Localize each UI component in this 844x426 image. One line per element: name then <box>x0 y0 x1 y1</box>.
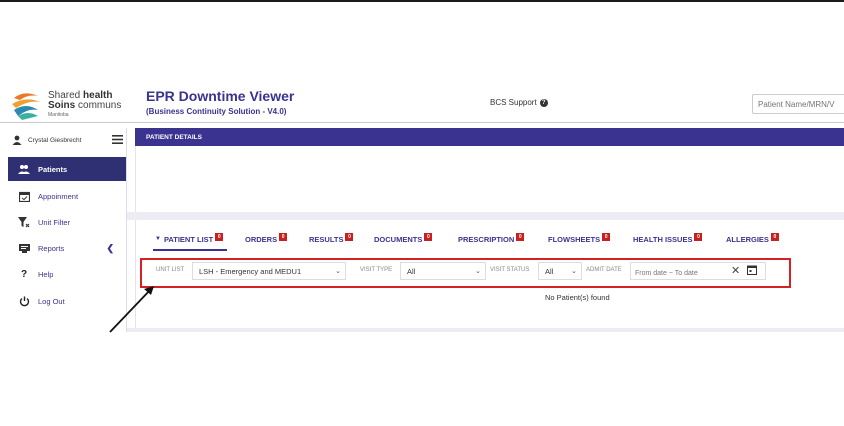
tab-label: FLOWSHEETS <box>548 235 601 244</box>
sidebar-item-label: Log Out <box>38 296 65 306</box>
count-badge: 0 <box>769 232 780 242</box>
visit-type-label: VISIT TYPE <box>360 267 393 273</box>
section-gap <box>127 212 844 220</box>
sidebar-item-reports[interactable]: Reports ❮ <box>8 236 126 260</box>
section-footer-band <box>127 328 844 332</box>
visit-status-select[interactable]: All ⌄ <box>538 262 582 280</box>
tab-label: ALLERGIES <box>726 235 769 244</box>
count-badge: 0 <box>278 232 289 242</box>
user-icon <box>12 135 22 145</box>
sidebar-item-unit-filter[interactable]: Unit Filter <box>8 210 126 234</box>
sidebar-item-label: Help <box>38 269 54 279</box>
visit-type-value: All <box>407 266 416 276</box>
count-badge: 0 <box>693 232 704 242</box>
patient-search-input[interactable] <box>752 94 844 114</box>
power-icon <box>18 295 30 307</box>
patients-icon <box>18 163 30 175</box>
chevron-down-icon: ⌄ <box>571 268 577 275</box>
tab-allergies[interactable]: ALLERGIES 0 <box>726 232 780 244</box>
patient-details-panel <box>135 146 844 212</box>
tab-label: PRESCRIPTION <box>458 235 515 244</box>
chevron-left-icon: ❮ <box>106 243 114 253</box>
reports-icon <box>18 242 30 254</box>
calendar-icon[interactable] <box>747 265 757 275</box>
annotation-arrow-icon <box>109 286 154 333</box>
app-subtitle: (Business Continuity Solution - V4.0) <box>146 107 287 116</box>
brand-name: Shared health Soins communs <box>48 90 122 111</box>
tab-label: ORDERS <box>245 235 278 244</box>
chevron-down-icon: ⌄ <box>335 268 341 275</box>
count-badge: 0 <box>214 232 225 242</box>
count-badge: 0 <box>515 232 526 242</box>
sidebar-item-label: Unit Filter <box>38 217 71 227</box>
top-border <box>0 0 844 2</box>
header-divider <box>0 122 844 123</box>
tab-flowsheets[interactable]: FLOWSHEETS 0 <box>548 232 612 244</box>
clear-date-icon[interactable]: ✕ <box>731 266 740 277</box>
tab-patient-list[interactable]: ▼ PATIENT LIST 0 <box>155 232 225 244</box>
app-title: EPR Downtime Viewer <box>146 88 295 104</box>
tab-prescription[interactable]: PRESCRIPTION 0 <box>458 232 526 244</box>
unit-list-select[interactable]: LSH - Emergency and MEDU1 ⌄ <box>192 262 346 280</box>
unit-list-label: UNIT LIST <box>156 267 185 273</box>
caret-down-icon: ▼ <box>155 236 161 242</box>
sidebar-item-patients[interactable]: Patients <box>8 157 126 181</box>
patient-details-title: PATIENT DETAILS <box>146 134 202 141</box>
calendar-icon <box>18 190 30 202</box>
count-badge: 0 <box>601 232 612 242</box>
filter-icon <box>18 216 30 228</box>
tab-label: DOCUMENTS <box>374 235 423 244</box>
bcs-support-label: BCS Support <box>490 98 537 107</box>
patient-details-header <box>135 128 844 146</box>
count-badge: 0 <box>344 232 355 242</box>
tab-health-issues[interactable]: HEALTH ISSUES 0 <box>633 232 704 244</box>
active-tab-indicator <box>153 249 227 251</box>
tab-orders[interactable]: ORDERS 0 <box>245 232 289 244</box>
admit-date-label: ADMIT DATE <box>586 267 622 273</box>
visit-type-select[interactable]: All ⌄ <box>400 262 486 280</box>
count-badge: 0 <box>423 232 434 242</box>
visit-status-label: VISIT STATUS <box>490 267 530 273</box>
tab-documents[interactable]: DOCUMENTS 0 <box>374 232 434 244</box>
empty-result-message: No Patient(s) found <box>545 293 610 302</box>
tab-label: PATIENT LIST <box>163 235 214 244</box>
bcs-support-link[interactable]: BCS Support ? <box>490 98 548 107</box>
unit-list-value: LSH - Emergency and MEDU1 <box>199 266 302 276</box>
sidebar-item-appointment[interactable]: Appoinment <box>8 184 126 208</box>
brand-province: Manitoba <box>48 112 69 118</box>
visit-status-value: All <box>545 266 554 276</box>
sidebar-item-label: Patients <box>38 164 68 174</box>
tab-results[interactable]: RESULTS 0 <box>309 232 355 244</box>
user-name: Crystal Giesbrecht <box>28 137 82 144</box>
sidebar-item-label: Reports <box>38 243 65 253</box>
help-circle-icon: ? <box>539 98 548 107</box>
question-icon: ? <box>20 268 28 280</box>
hamburger-menu-icon[interactable] <box>112 135 123 144</box>
chevron-down-icon: ⌄ <box>475 268 481 275</box>
admit-date-placeholder: From date ~ To date <box>635 270 698 277</box>
tab-label: HEALTH ISSUES <box>633 235 693 244</box>
tab-label: RESULTS <box>309 235 344 244</box>
sidebar-item-label: Appoinment <box>38 191 79 201</box>
